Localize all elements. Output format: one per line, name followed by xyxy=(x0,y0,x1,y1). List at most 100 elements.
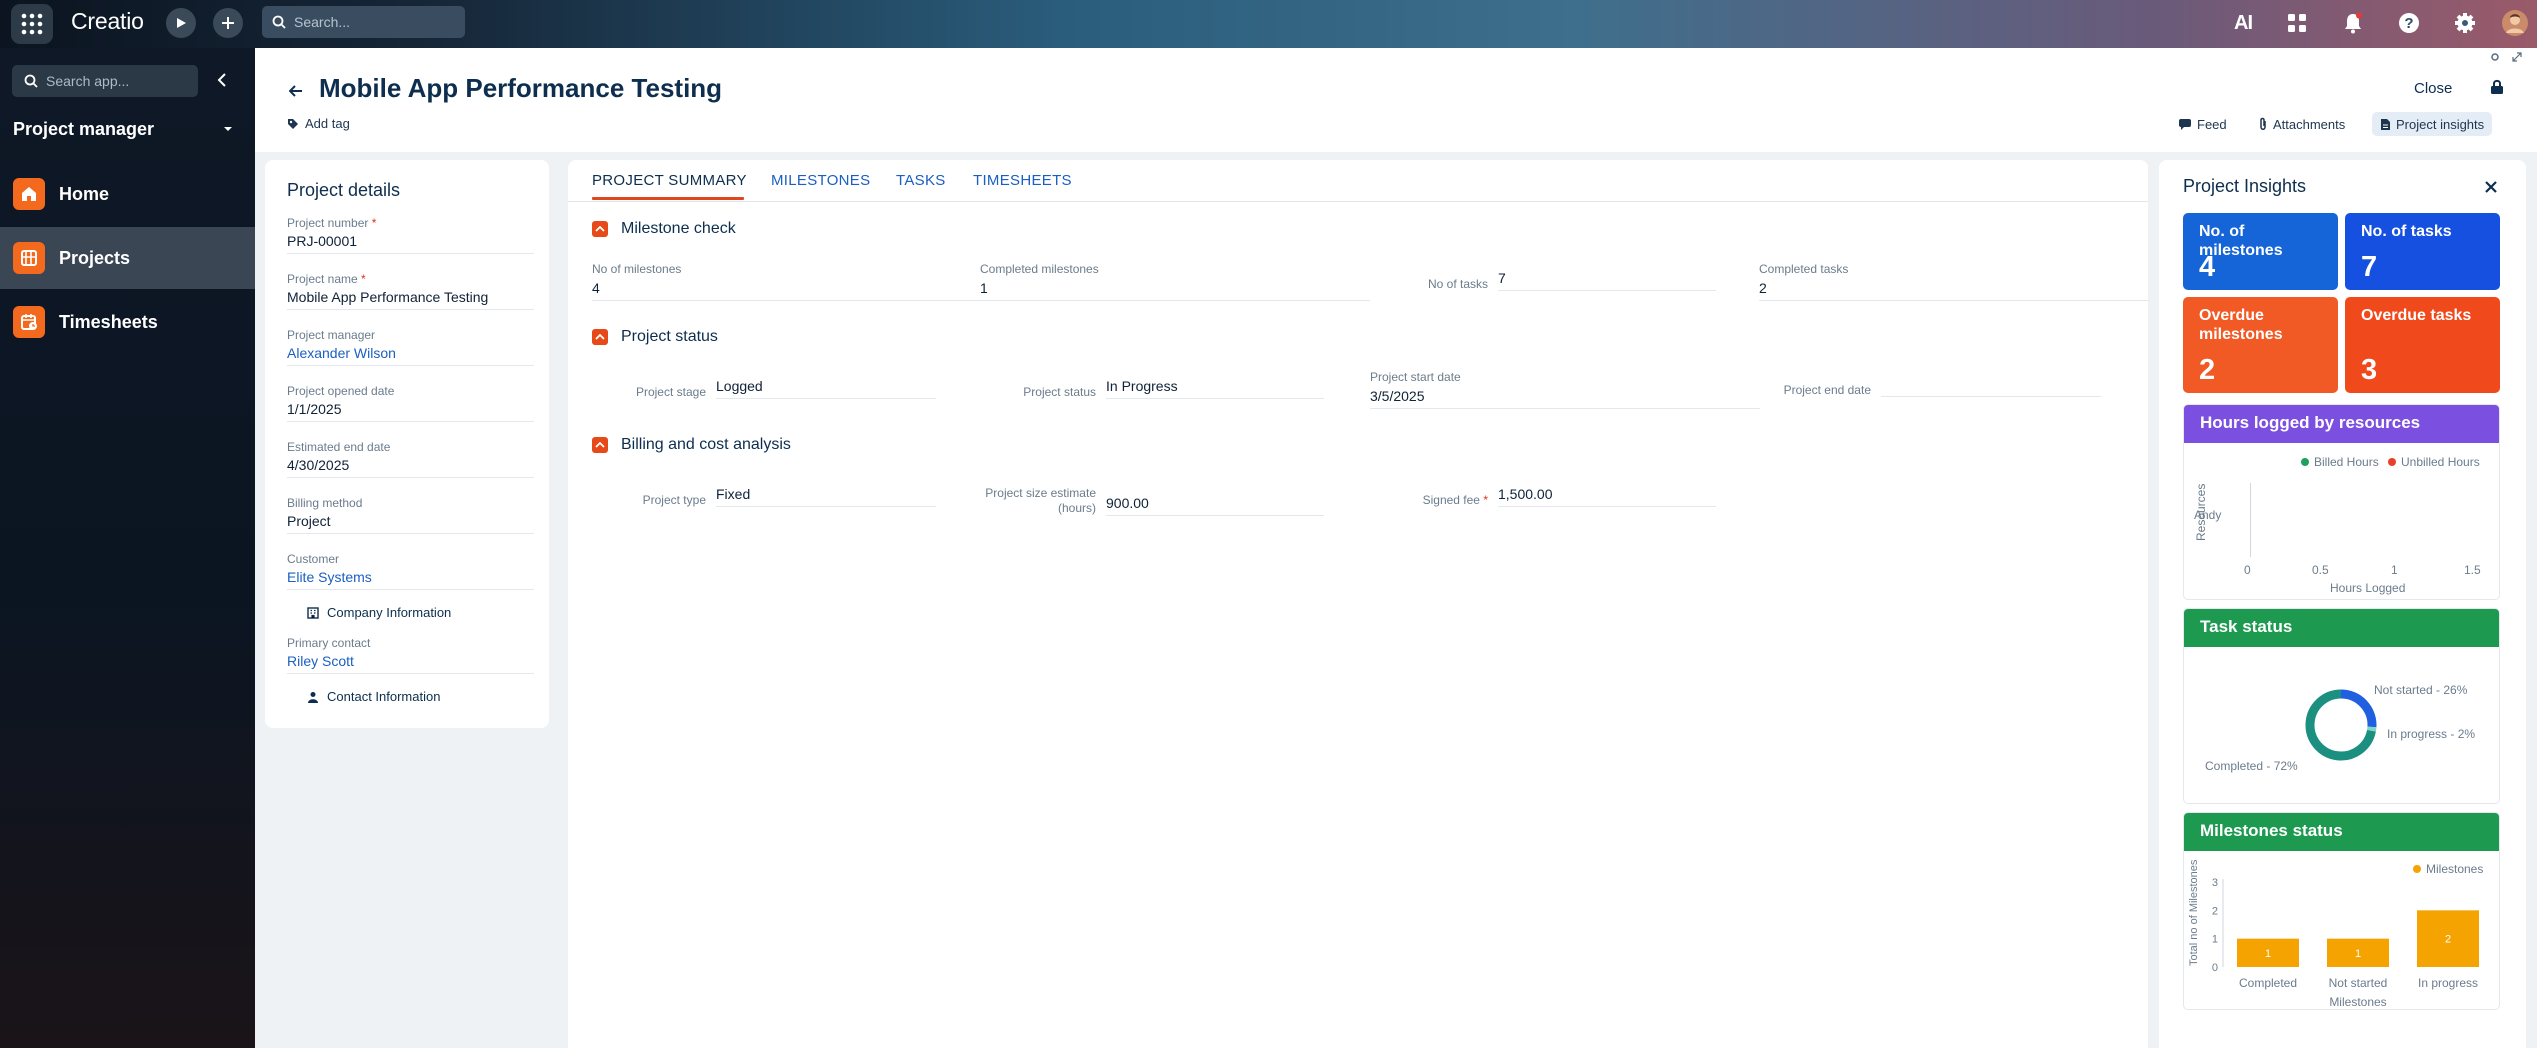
kpi-milestones[interactable]: No. of milestones 4 xyxy=(2183,213,2338,290)
project-type-field[interactable]: Project type Fixed xyxy=(592,486,936,507)
search-icon xyxy=(272,15,286,29)
add-tag-label: Add tag xyxy=(305,116,350,131)
field-value: 1,500.00 xyxy=(1498,486,1716,507)
kpi-overdue-tasks[interactable]: Overdue tasks 3 xyxy=(2345,297,2500,393)
project-size-estimate-field[interactable]: Project size estimate (hours) 900.00 xyxy=(980,486,1324,516)
billing-method-field[interactable]: Billing method Project xyxy=(287,496,534,534)
settings-small-icon[interactable] xyxy=(2490,52,2500,62)
completed-tasks-field[interactable]: Completed tasks 2 xyxy=(1759,262,2149,301)
milestone-check-section-header[interactable]: Milestone check xyxy=(592,220,736,238)
primary-contact-field[interactable]: Primary contact Riley Scott xyxy=(287,636,534,674)
help-button[interactable]: ? xyxy=(2394,8,2424,38)
chevron-left-icon xyxy=(217,73,226,87)
app-search-input[interactable]: Search app... xyxy=(12,65,198,97)
arrow-left-icon xyxy=(289,85,302,97)
settings-button[interactable] xyxy=(2450,8,2480,38)
customer-link[interactable]: Elite Systems xyxy=(287,569,534,585)
field-caption: Project name * xyxy=(287,272,366,286)
field-caption: Project opened date xyxy=(287,384,395,398)
x-tick-label: 0.5 xyxy=(2312,563,2329,577)
project-manager-link[interactable]: Alexander Wilson xyxy=(287,345,534,361)
donut-slice-0[interactable] xyxy=(2340,689,2377,728)
billing-section-header[interactable]: Billing and cost analysis xyxy=(592,436,791,454)
project-number-field[interactable]: Project number * PRJ-00001 xyxy=(287,216,534,254)
lock-icon[interactable] xyxy=(2490,79,2504,100)
project-manager-field[interactable]: Project manager Alexander Wilson xyxy=(287,328,534,366)
chevron-up-icon xyxy=(592,329,608,345)
close-button[interactable]: Close xyxy=(2414,80,2452,97)
field-value: Logged xyxy=(716,378,936,399)
project-start-date-field[interactable]: Project start date 3/5/2025 xyxy=(1370,370,1760,409)
field-caption: Project start date xyxy=(1370,370,1461,384)
collapse-sidebar-button[interactable] xyxy=(212,68,232,92)
ai-button[interactable]: AI xyxy=(2228,8,2258,38)
project-insights-button[interactable]: Project insights xyxy=(2372,112,2493,136)
completed-milestones-field[interactable]: Completed milestones 1 xyxy=(980,262,1370,301)
sidebar-item-home[interactable]: Home xyxy=(0,163,255,225)
no-of-milestones-field[interactable]: No of milestones 4 xyxy=(592,262,982,301)
bar-data-label: 1 xyxy=(2265,948,2271,960)
expand-icon[interactable] xyxy=(2512,52,2522,62)
field-caption: Completed tasks xyxy=(1759,262,1849,276)
customer-field[interactable]: Customer Elite Systems xyxy=(287,552,534,590)
workplace-selector[interactable]: Project manager xyxy=(13,116,233,142)
tab-tasks[interactable]: TASKS xyxy=(896,172,946,189)
milestones-status-widget: Milestones status Milestones Total no of… xyxy=(2183,812,2500,1010)
svg-text:?: ? xyxy=(2404,15,2413,32)
field-value: Project xyxy=(287,513,331,529)
app-launcher-button[interactable] xyxy=(11,4,53,44)
attachments-button[interactable]: Attachments xyxy=(2250,112,2353,136)
record-page: Mobile App Performance Testing Add tag C… xyxy=(255,48,2537,1048)
project-summary-card: PROJECT SUMMARY MILESTONES TASKS TIMESHE… xyxy=(568,160,2149,1048)
tab-project-summary[interactable]: PROJECT SUMMARY xyxy=(592,172,747,189)
tab-timesheets[interactable]: TIMESHEETS xyxy=(973,172,1072,189)
task-status-widget: Task status Not started - 26% In progres… xyxy=(2183,608,2500,804)
project-status-section-header[interactable]: Project status xyxy=(592,328,718,346)
close-insights-button[interactable] xyxy=(2482,178,2500,196)
sidebar-item-timesheets[interactable]: Timesheets xyxy=(0,291,255,353)
kpi-value: 4 xyxy=(2199,251,2216,283)
kpi-overdue-milestones[interactable]: Overdue milestones 2 xyxy=(2183,297,2338,393)
chevron-up-icon xyxy=(592,221,608,237)
add-button[interactable] xyxy=(213,8,243,38)
project-status-field[interactable]: Project status In Progress xyxy=(980,378,1324,399)
feed-button[interactable]: Feed xyxy=(2170,112,2235,136)
creatio-logo[interactable]: Creatio xyxy=(71,8,144,35)
user-avatar[interactable] xyxy=(2500,8,2530,38)
field-value: 900.00 xyxy=(1106,495,1324,516)
notifications-button[interactable] xyxy=(2338,8,2368,38)
kpi-tasks[interactable]: No. of tasks 7 xyxy=(2345,213,2500,290)
contact-information-link[interactable]: Contact Information xyxy=(307,689,440,704)
field-caption: Signed fee * xyxy=(1422,493,1488,507)
back-button[interactable] xyxy=(283,78,309,104)
field-value: 1 xyxy=(980,280,988,296)
apps-button[interactable] xyxy=(2282,8,2312,38)
x-tick-label: Not started xyxy=(2329,976,2388,990)
close-icon xyxy=(2485,181,2497,193)
kpi-value: 2 xyxy=(2199,354,2216,386)
y-tick-label: Andy xyxy=(2194,508,2222,522)
sidebar-item-projects[interactable]: Projects xyxy=(0,227,255,289)
x-tick-label: In progress xyxy=(2418,976,2478,990)
field-caption: Project size estimate (hours) xyxy=(985,486,1096,515)
donut-label-completed: Completed - 72% xyxy=(2205,759,2298,773)
add-tag-button[interactable]: Add tag xyxy=(287,116,350,131)
estimated-end-date-field[interactable]: Estimated end date 4/30/2025 xyxy=(287,440,534,478)
section-title: Project status xyxy=(621,328,718,345)
primary-contact-link[interactable]: Riley Scott xyxy=(287,653,534,669)
signed-fee-field[interactable]: Signed fee * 1,500.00 xyxy=(1406,486,1716,507)
global-search-input[interactable]: Search... xyxy=(262,6,465,38)
project-stage-field[interactable]: Project stage Logged xyxy=(592,378,936,399)
project-opened-date-field[interactable]: Project opened date 1/1/2025 xyxy=(287,384,534,422)
widget-title: Milestones status xyxy=(2184,813,2499,851)
tab-milestones[interactable]: MILESTONES xyxy=(771,172,870,189)
project-name-field[interactable]: Project name * Mobile App Performance Te… xyxy=(287,272,534,310)
company-information-link[interactable]: Company Information xyxy=(307,605,451,620)
no-of-tasks-field[interactable]: No of tasks 7 xyxy=(1406,270,1716,291)
avatar-icon xyxy=(2502,10,2528,36)
ai-icon: AI xyxy=(2234,11,2253,34)
project-end-date-field[interactable]: Project end date xyxy=(1759,378,2101,397)
run-process-button[interactable] xyxy=(166,8,196,38)
kpi-label: Overdue tasks xyxy=(2361,307,2472,324)
widget-title: Task status xyxy=(2184,609,2499,647)
